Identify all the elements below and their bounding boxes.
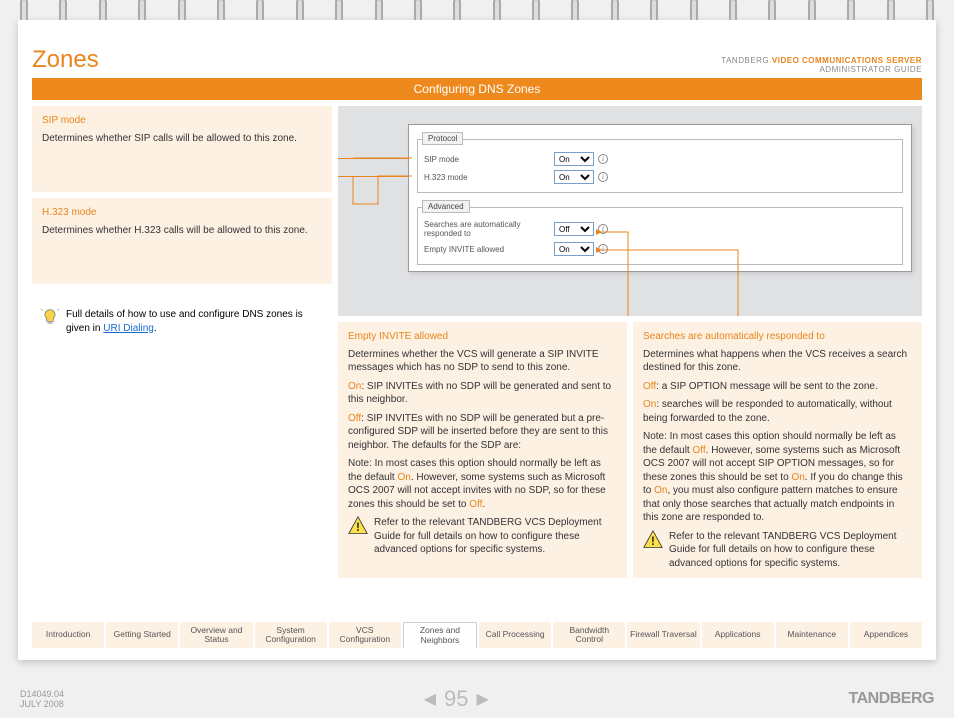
svg-text:!: ! [651, 534, 655, 547]
warning-icon: ! [348, 516, 368, 534]
page: Zones TANDBERG VIDEO COMMUNICATIONS SERV… [18, 20, 936, 660]
h323-mode-text: Determines whether H.323 calls will be a… [42, 224, 322, 238]
tab-system-configuration[interactable]: System Configuration [255, 622, 327, 648]
tab-bandwidth-control[interactable]: Bandwidth Control [553, 622, 625, 648]
right-column: Protocol SIP mode On i H.323 mode On i [338, 106, 922, 578]
lower-detail-boxes: Empty INVITE allowed Determines whether … [338, 322, 922, 578]
tip-box: Full details of how to use and configure… [32, 302, 332, 341]
empty-invite-heading: Empty INVITE allowed [348, 330, 617, 344]
protocol-fieldset: Protocol SIP mode On i H.323 mode On i [417, 139, 903, 193]
uri-dialing-link[interactable]: URI Dialing [103, 323, 154, 334]
info-icon[interactable]: i [598, 172, 608, 182]
nav-tabs: IntroductionGetting StartedOverview and … [32, 622, 922, 648]
sip-mode-heading: SIP mode [42, 114, 322, 128]
sip-mode-select[interactable]: On [554, 152, 594, 166]
tab-zones-and-neighbors[interactable]: Zones and Neighbors [403, 622, 477, 648]
tab-introduction[interactable]: Introduction [32, 622, 104, 648]
h323-mode-select[interactable]: On [554, 170, 594, 184]
tab-overview-and-status[interactable]: Overview and Status [180, 622, 252, 648]
empty-invite-box: Empty INVITE allowed Determines whether … [338, 322, 627, 578]
doc-info: D14049.04 JULY 2008 [20, 689, 64, 709]
searches-select[interactable]: Off [554, 222, 594, 236]
spiral-binding [0, 0, 954, 22]
advanced-fieldset: Advanced Searches are automatically resp… [417, 207, 903, 265]
content: SIP mode Determines whether SIP calls wi… [18, 100, 936, 578]
field-row-searches: Searches are automatically responded to … [424, 220, 896, 238]
info-icon[interactable]: i [598, 244, 608, 254]
warning-icon: ! [643, 530, 663, 548]
searches-heading: Searches are automatically responded to [643, 330, 912, 344]
section-title-bar: Configuring DNS Zones [32, 78, 922, 100]
lightbulb-icon [40, 308, 60, 328]
footer: D14049.04 JULY 2008 ◀ 95 ▶ TANDBERG [20, 686, 934, 712]
svg-text:!: ! [356, 521, 360, 534]
advanced-legend: Advanced [422, 200, 470, 213]
empty-invite-select[interactable]: On [554, 242, 594, 256]
tab-applications[interactable]: Applications [702, 622, 774, 648]
brand-logo: TANDBERG [849, 690, 934, 708]
header: Zones TANDBERG VIDEO COMMUNICATIONS SERV… [18, 20, 936, 78]
tab-call-processing[interactable]: Call Processing [479, 622, 551, 648]
field-row-empty-invite: Empty INVITE allowed On i [424, 242, 896, 256]
tab-maintenance[interactable]: Maintenance [776, 622, 848, 648]
tab-appendices[interactable]: Appendices [850, 622, 922, 648]
h323-mode-heading: H.323 mode [42, 206, 322, 220]
app-window: Protocol SIP mode On i H.323 mode On i [408, 124, 912, 272]
page-nav: ◀ 95 ▶ [424, 686, 489, 712]
page-number: 95 [444, 686, 468, 712]
page-title: Zones [32, 46, 99, 74]
sip-mode-text: Determines whether SIP calls will be all… [42, 132, 322, 146]
prev-page-arrow[interactable]: ◀ [424, 689, 436, 709]
warn-row: ! Refer to the relevant TANDBERG VCS Dep… [643, 530, 912, 571]
info-icon[interactable]: i [598, 224, 608, 234]
h323-mode-box: H.323 mode Determines whether H.323 call… [32, 198, 332, 284]
protocol-legend: Protocol [422, 132, 463, 145]
product-id: TANDBERG VIDEO COMMUNICATIONS SERVER ADM… [721, 56, 922, 74]
config-screenshot: Protocol SIP mode On i H.323 mode On i [338, 106, 922, 316]
field-row-sip: SIP mode On i [424, 152, 896, 166]
tab-getting-started[interactable]: Getting Started [106, 622, 178, 648]
tip-text: Full details of how to use and configure… [66, 308, 324, 335]
sip-mode-box: SIP mode Determines whether SIP calls wi… [32, 106, 332, 192]
searches-box: Searches are automatically responded to … [633, 322, 922, 578]
next-page-arrow[interactable]: ▶ [477, 689, 489, 709]
tab-firewall-traversal[interactable]: Firewall Traversal [627, 622, 699, 648]
warn-row: ! Refer to the relevant TANDBERG VCS Dep… [348, 516, 617, 557]
tab-vcs-configuration[interactable]: VCS Configuration [329, 622, 401, 648]
info-icon[interactable]: i [598, 154, 608, 164]
field-row-h323: H.323 mode On i [424, 170, 896, 184]
left-column: SIP mode Determines whether SIP calls wi… [32, 106, 332, 578]
